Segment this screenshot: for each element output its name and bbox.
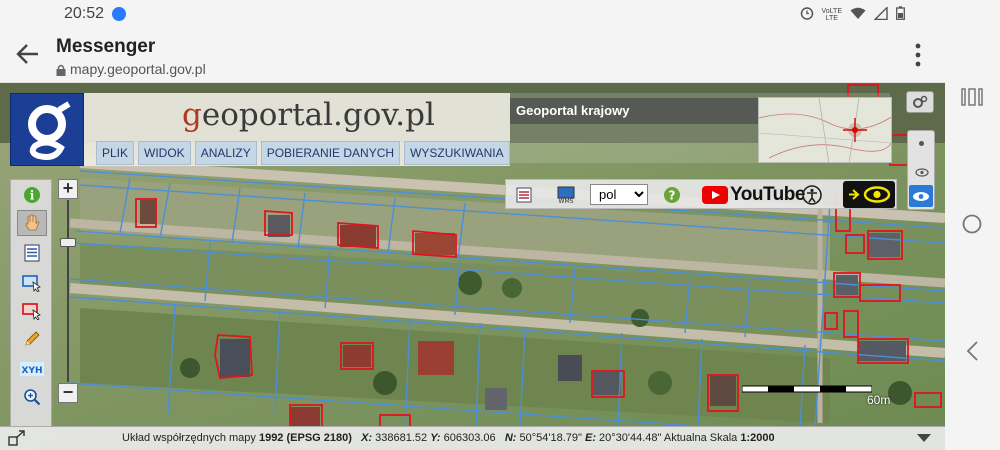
zoom-slider-track[interactable] xyxy=(67,200,69,382)
x-label: X: xyxy=(361,432,373,444)
minimap-graphic xyxy=(759,98,891,162)
select-blue-icon[interactable] xyxy=(17,270,47,296)
e-value: 20°30'44.48" xyxy=(595,432,664,444)
wms-icon[interactable]: WMS xyxy=(554,184,578,206)
contrast-eye-icon xyxy=(849,186,891,203)
coordinate-info-bar: Układ współrzędnych mapy 1992 (EPSG 2180… xyxy=(0,426,945,450)
zoom-in-button[interactable]: + xyxy=(58,179,78,199)
youtube-text: YouTube xyxy=(730,184,805,205)
zoom-search-icon[interactable] xyxy=(17,384,47,410)
main-menu: PLIK WIDOK ANALIZY POBIERANIE DANYCH WYS… xyxy=(96,141,510,165)
n-value: 50°54'18.79" xyxy=(516,432,585,444)
contrast-mode-button[interactable] xyxy=(843,181,895,208)
expand-corner-icon[interactable] xyxy=(8,430,26,446)
layers-list-icon[interactable] xyxy=(514,184,534,206)
scale-label: 60m xyxy=(867,393,891,407)
brand-rest: eoportal.gov.pl xyxy=(201,97,435,133)
menu-wyszukiwania[interactable]: WYSZUKIWANIA xyxy=(404,141,510,165)
youtube-link[interactable]: YouTube xyxy=(702,184,805,206)
zoom-slider-handle[interactable] xyxy=(60,238,76,247)
url-text: mapy.geoportal.gov.pl xyxy=(70,61,206,77)
svg-text:XYH: XYH xyxy=(22,366,43,376)
y-label: Y: xyxy=(430,432,441,444)
overview-minimap[interactable] xyxy=(758,97,892,163)
scale-bar xyxy=(742,385,872,393)
lte-label: LTE xyxy=(825,14,838,22)
tools-row: WMS pol ? YouTube xyxy=(505,179,897,209)
geoportal-logo[interactable] xyxy=(10,93,84,166)
chevron-down-icon[interactable] xyxy=(916,432,932,444)
geoportal-krajowy-panel: Geoportal krajowy xyxy=(510,93,892,163)
eye-active-icon[interactable] xyxy=(909,185,933,207)
menu-pobieranie-danych[interactable]: POBIERANIE DANYCH xyxy=(260,141,401,165)
accessibility-icon[interactable] xyxy=(800,184,824,206)
zoom-out-button[interactable]: − xyxy=(58,383,78,403)
alarm-icon xyxy=(800,6,814,23)
youtube-play-icon xyxy=(702,186,728,204)
menu-plik[interactable]: PLIK xyxy=(96,141,135,165)
x-value: 338681.52 xyxy=(372,432,431,444)
legend-icon[interactable] xyxy=(17,240,47,266)
back-arrow-icon[interactable] xyxy=(14,40,42,68)
status-time: 20:52 xyxy=(64,5,105,22)
map-view[interactable]: geoportal.gov.pl PLIK WIDOK ANALIZY POBI… xyxy=(0,83,945,450)
scale-value: 1:2000 xyxy=(740,432,775,444)
crs-prefix: Układ współrzędnych mapy xyxy=(122,432,259,444)
help-icon[interactable]: ? xyxy=(662,184,682,206)
geoportal-header: geoportal.gov.pl PLIK WIDOK ANALIZY POBI… xyxy=(84,93,510,166)
xyh-icon[interactable]: XYH xyxy=(17,356,47,382)
url-display[interactable]: mapy.geoportal.gov.pl xyxy=(56,61,206,77)
eye-small-icon[interactable] xyxy=(915,164,929,182)
wifi-icon xyxy=(850,7,866,23)
n-label: N: xyxy=(504,432,517,444)
menu-widok[interactable]: WIDOK xyxy=(138,141,191,165)
geoportal-g-logo-icon xyxy=(28,100,71,160)
scale-prefix: Aktualna Skala xyxy=(663,432,741,444)
lock-icon xyxy=(56,63,66,76)
battery-icon xyxy=(896,6,905,23)
small-dot-icon[interactable] xyxy=(919,141,924,146)
right-view-controls xyxy=(907,130,935,210)
status-icons: VoLTE LTE xyxy=(800,5,906,23)
select-red-icon[interactable] xyxy=(17,298,47,324)
page-title: Messenger xyxy=(56,36,156,57)
language-select[interactable]: pol xyxy=(590,184,648,205)
menu-analizy[interactable]: ANALIZY xyxy=(194,141,257,165)
recent-apps-icon[interactable] xyxy=(959,84,985,110)
svg-text:i: i xyxy=(30,189,35,203)
settings-gear-icon[interactable] xyxy=(906,91,934,113)
svg-text:WMS: WMS xyxy=(559,198,574,204)
browser-toolbar: Messenger mapy.geoportal.gov.pl xyxy=(0,28,945,83)
brand-g: g xyxy=(182,97,202,133)
left-toolbar: i XYH xyxy=(10,179,52,427)
home-icon[interactable] xyxy=(959,211,985,237)
e-label: E: xyxy=(584,432,596,444)
coordinate-readout: Układ współrzędnych mapy 1992 (EPSG 2180… xyxy=(122,432,775,444)
status-bar: 20:52 VoLTE LTE xyxy=(0,0,945,28)
svg-text:?: ? xyxy=(669,189,676,203)
volte-label: VoLTE xyxy=(821,7,843,15)
pencil-icon[interactable] xyxy=(17,326,47,352)
phone-screen: 20:52 VoLTE LTE Messenger mapy.geoportal… xyxy=(0,0,1000,450)
more-options-icon[interactable] xyxy=(915,42,921,68)
network-type-indicator: VoLTE LTE xyxy=(822,8,843,22)
geoportal-brand: geoportal.gov.pl xyxy=(182,97,435,133)
messenger-notification-icon xyxy=(112,7,126,21)
y-value: 606303.06 xyxy=(440,432,499,444)
pan-hand-icon[interactable] xyxy=(17,210,47,236)
info-icon[interactable]: i xyxy=(17,182,47,208)
geoportal-krajowy-label[interactable]: Geoportal krajowy xyxy=(510,98,758,124)
crs-value: 1992 (EPSG 2180) xyxy=(258,432,352,444)
nav-back-icon[interactable] xyxy=(959,338,985,364)
android-nav-bar xyxy=(945,0,1000,450)
signal-icon xyxy=(873,5,888,23)
